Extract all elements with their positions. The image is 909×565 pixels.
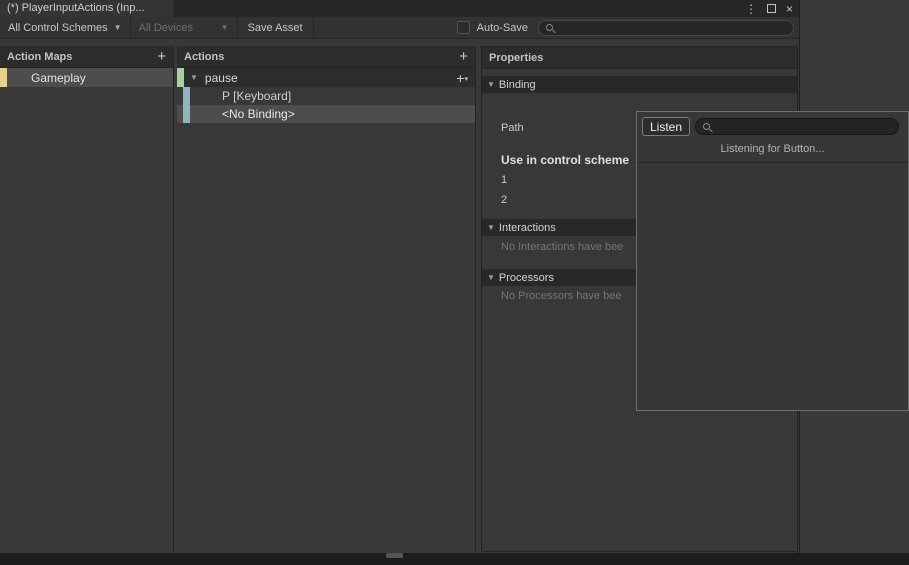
path-label: Path bbox=[501, 122, 524, 134]
action-maps-panel: Action Maps + Gameplay bbox=[0, 46, 174, 552]
binding-color-bar bbox=[183, 87, 190, 105]
foldout-icon: ▼ bbox=[487, 223, 495, 232]
action-map-color-bar bbox=[0, 68, 7, 87]
action-row-pause[interactable]: ▼ pause +▾ bbox=[177, 68, 475, 87]
window-controls: ⋮ × bbox=[745, 0, 793, 17]
foldout-icon[interactable]: ▼ bbox=[190, 73, 198, 82]
titlebar: (*) PlayerInputActions (Inp... ⋮ × bbox=[0, 0, 799, 17]
auto-save-label: Auto-Save bbox=[477, 22, 528, 34]
binding-section-header[interactable]: ▼ Binding bbox=[482, 76, 797, 93]
processors-empty-text: No Processors have bee bbox=[501, 290, 621, 302]
action-maps-header: Action Maps + bbox=[0, 46, 173, 68]
bottom-scrollbar[interactable] bbox=[0, 553, 909, 565]
properties-header: Properties bbox=[482, 47, 797, 69]
window-tab[interactable]: (*) PlayerInputActions (Inp... bbox=[0, 0, 173, 17]
actions-panel: Actions + ▼ pause +▾ P [Keyboard] <No Bi… bbox=[177, 46, 476, 552]
control-scheme-item-1[interactable]: 1 bbox=[501, 174, 507, 186]
action-maps-title: Action Maps bbox=[7, 51, 72, 63]
scrollbar-thumb[interactable] bbox=[386, 553, 403, 558]
listening-status-text: Listening for Button... bbox=[637, 143, 908, 155]
search-icon bbox=[546, 24, 553, 31]
chevron-down-icon: ▼ bbox=[221, 23, 229, 32]
maximize-icon[interactable] bbox=[767, 4, 776, 13]
action-label: pause bbox=[205, 71, 238, 85]
auto-save-checkbox[interactable] bbox=[457, 21, 470, 34]
use-in-control-scheme-label: Use in control scheme bbox=[501, 153, 629, 167]
control-scheme-item-2[interactable]: 2 bbox=[501, 194, 507, 206]
add-binding-button[interactable]: +▾ bbox=[456, 70, 468, 86]
chevron-down-icon: ▼ bbox=[114, 23, 122, 32]
binding-label: <No Binding> bbox=[222, 107, 295, 121]
close-icon[interactable]: × bbox=[786, 3, 793, 15]
add-action-map-button[interactable]: + bbox=[157, 49, 166, 64]
listen-button[interactable]: Listen bbox=[642, 117, 690, 136]
foldout-icon: ▼ bbox=[487, 80, 495, 89]
chevron-down-icon: ▾ bbox=[464, 76, 468, 83]
binding-row-keyboard[interactable]: P [Keyboard] bbox=[177, 87, 475, 105]
popup-divider bbox=[637, 162, 908, 163]
action-map-label: Gameplay bbox=[31, 71, 86, 85]
search-icon bbox=[703, 123, 710, 130]
save-asset-button[interactable]: Save Asset bbox=[238, 17, 313, 38]
add-action-button[interactable]: + bbox=[459, 49, 468, 64]
action-map-row-gameplay[interactable]: Gameplay bbox=[0, 68, 173, 87]
devices-dropdown[interactable]: All Devices ▼ bbox=[131, 17, 237, 38]
toolbar-separator bbox=[313, 17, 314, 38]
kebab-menu-icon[interactable]: ⋮ bbox=[745, 3, 757, 15]
binding-section-label: Binding bbox=[499, 79, 536, 91]
binding-color-bar bbox=[183, 105, 190, 123]
control-schemes-dropdown[interactable]: All Control Schemes ▼ bbox=[0, 17, 130, 38]
foldout-icon: ▼ bbox=[487, 273, 495, 282]
popup-search-input[interactable] bbox=[695, 118, 899, 135]
toolbar-search-input[interactable] bbox=[538, 20, 794, 36]
control-schemes-label: All Control Schemes bbox=[8, 22, 108, 34]
binding-row-no-binding[interactable]: <No Binding> bbox=[177, 105, 475, 123]
action-color-bar bbox=[177, 68, 184, 87]
interactions-section-label: Interactions bbox=[499, 222, 556, 234]
window-title: (*) PlayerInputActions (Inp... bbox=[7, 2, 145, 14]
binding-label: P [Keyboard] bbox=[222, 89, 291, 103]
processors-section-label: Processors bbox=[499, 272, 554, 284]
unity-input-actions-editor: (*) PlayerInputActions (Inp... ⋮ × All C… bbox=[0, 0, 909, 565]
toolbar: All Control Schemes ▼ All Devices ▼ Save… bbox=[0, 17, 799, 39]
control-picker-popup: Listen Listening for Button... bbox=[636, 111, 909, 411]
devices-label: All Devices bbox=[139, 22, 193, 34]
actions-header: Actions + bbox=[177, 46, 475, 68]
actions-title: Actions bbox=[184, 51, 224, 63]
properties-title: Properties bbox=[489, 52, 543, 64]
interactions-empty-text: No Interactions have bee bbox=[501, 241, 623, 253]
